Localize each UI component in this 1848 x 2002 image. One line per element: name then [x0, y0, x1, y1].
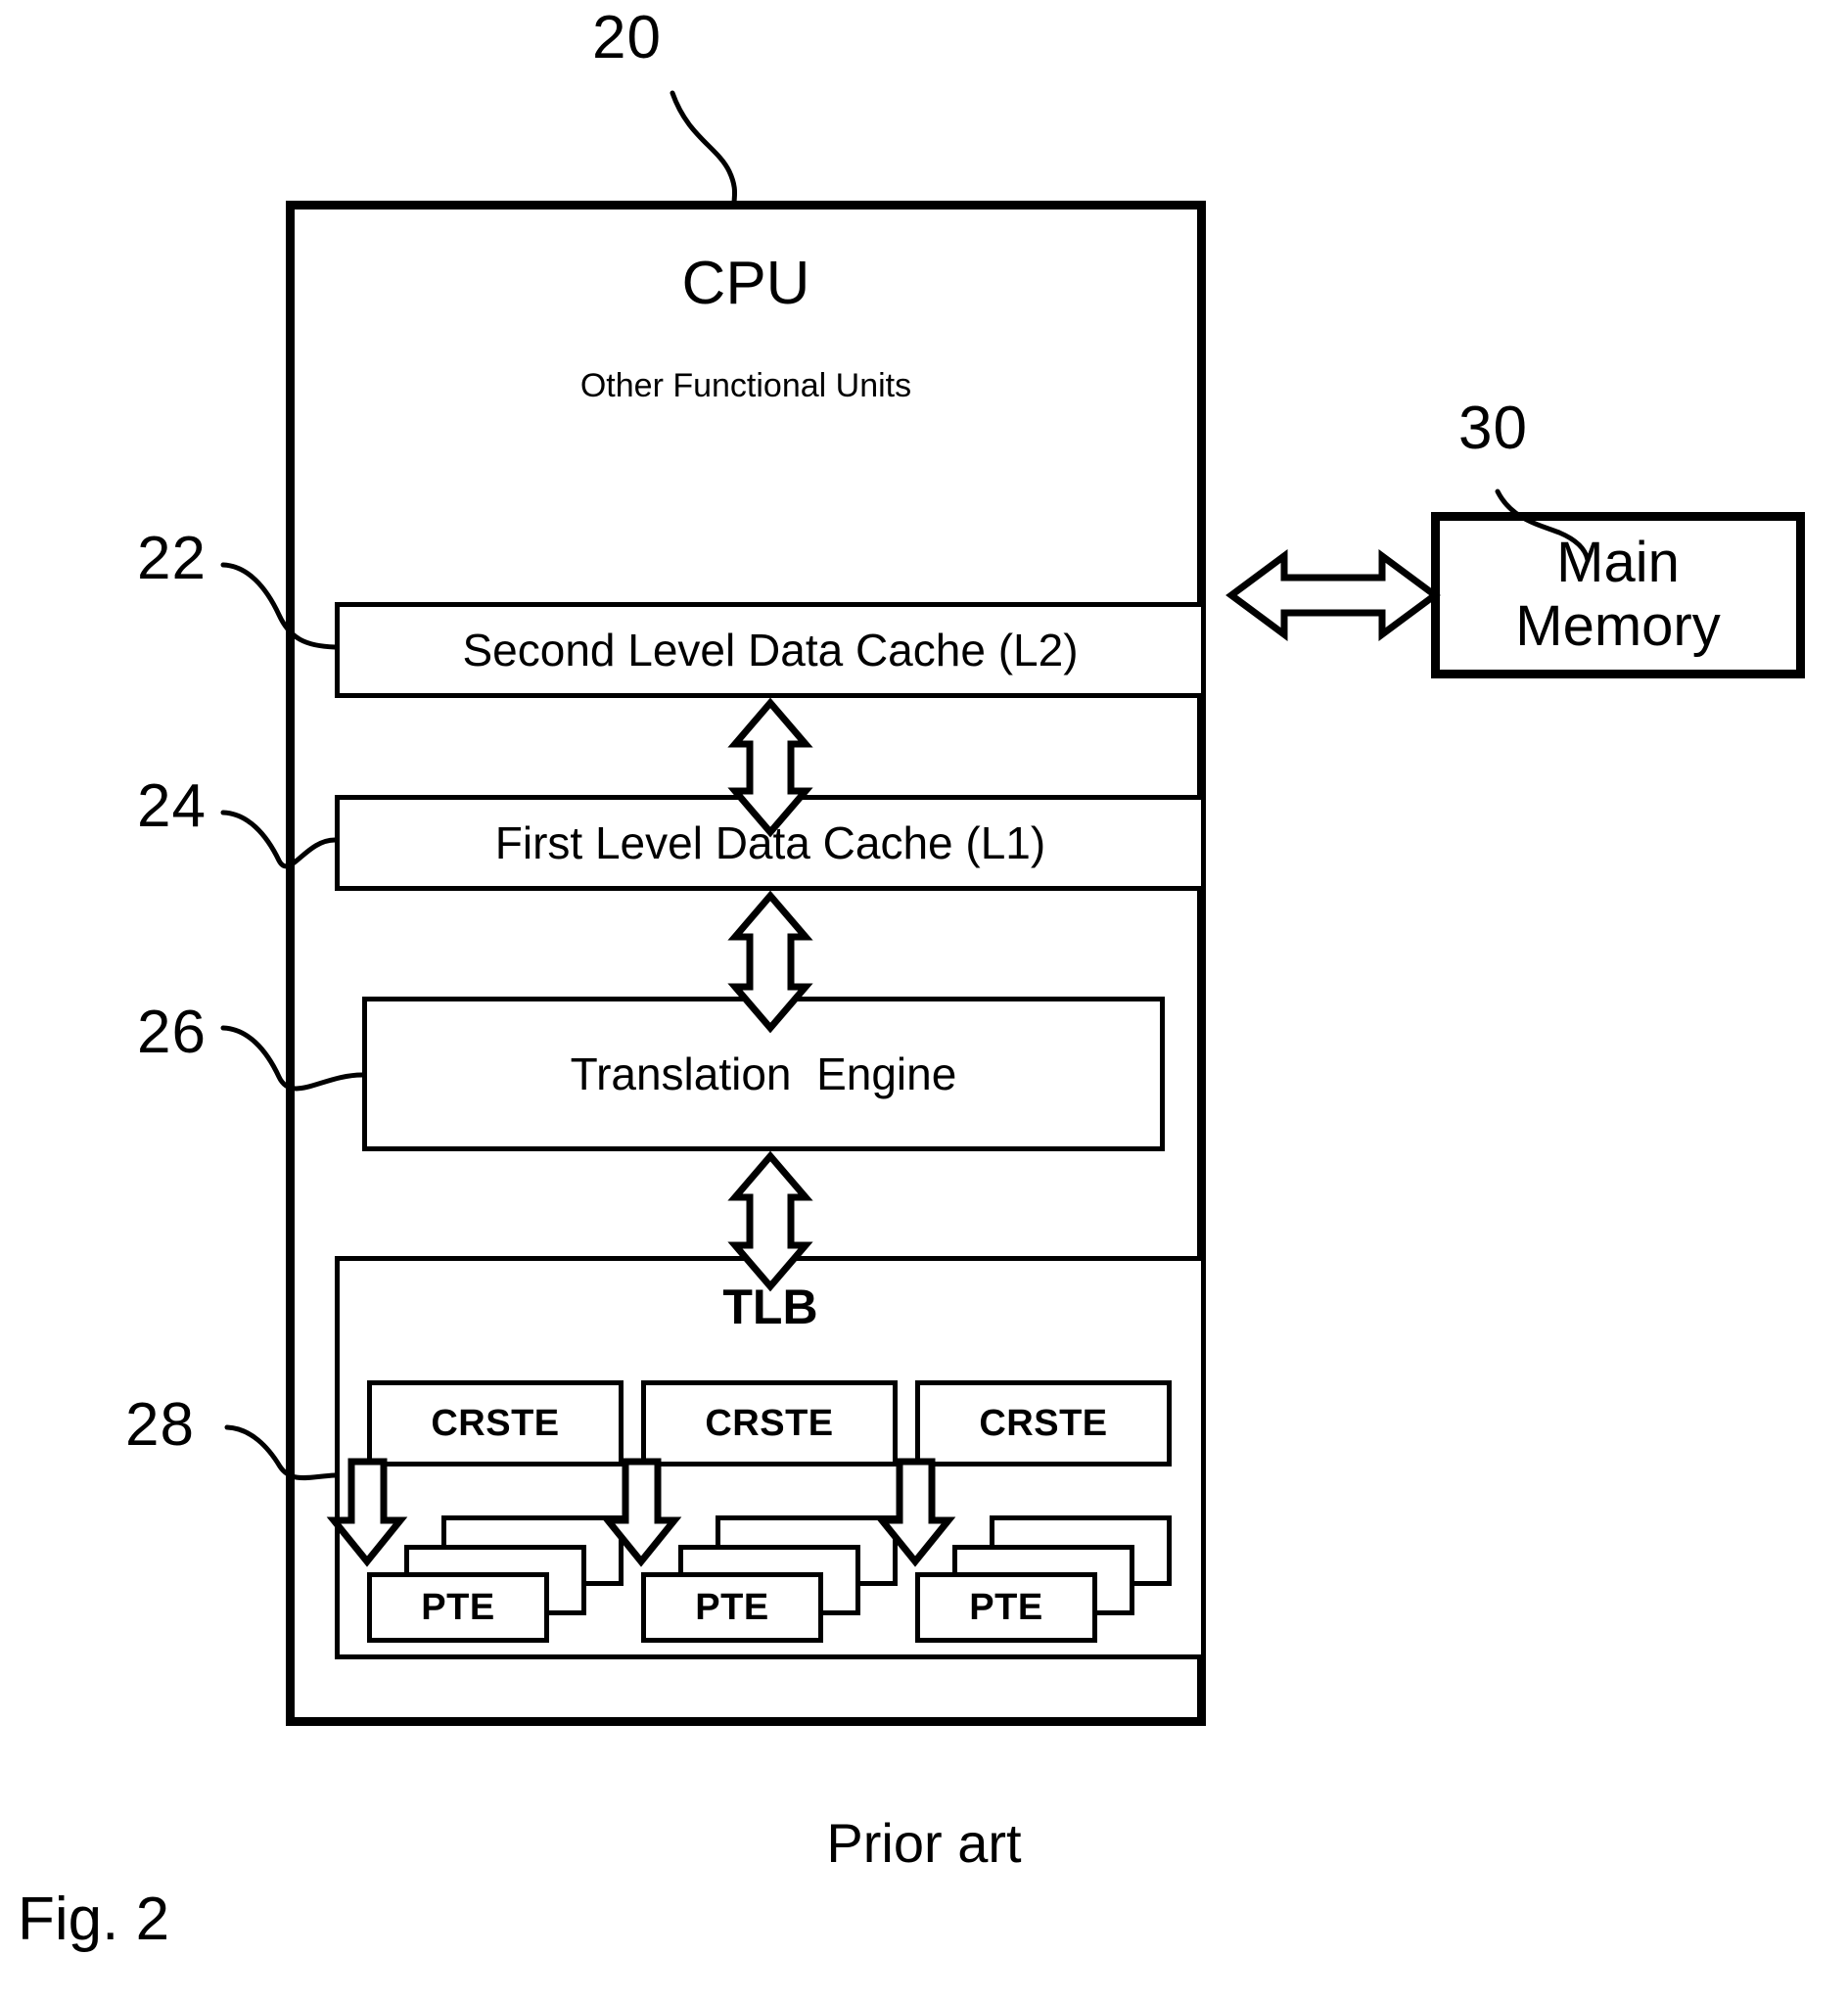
tlb-entry-column: CRSTE PTE [367, 1380, 624, 1643]
ref-numeral-26: 26 [137, 999, 207, 1066]
main-memory-box: Main Memory [1431, 512, 1805, 678]
pte-stack: PTE [641, 1515, 898, 1643]
second-level-data-cache-box: Second Level Data Cache (L2) [335, 602, 1206, 698]
pte-box: PTE [641, 1572, 823, 1643]
ref-numeral-24: 24 [137, 772, 207, 840]
pte-label: PTE [695, 1587, 769, 1628]
prior-art-caption: Prior art [826, 1812, 1022, 1874]
other-functional-units-label: Other Functional Units [579, 367, 912, 404]
figure-label: Fig. 2 [18, 1886, 170, 1953]
crste-label: CRSTE [705, 1403, 834, 1444]
l2-to-main-memory-arrow-icon [1225, 549, 1441, 641]
ref-numeral-30: 30 [1458, 395, 1528, 462]
second-level-data-cache-label: Second Level Data Cache (L2) [462, 625, 1079, 675]
ref-numeral-28: 28 [125, 1391, 195, 1459]
pte-stack: PTE [367, 1515, 624, 1643]
translation-engine-label: Translation Engine [570, 1048, 957, 1099]
crste-box: CRSTE [915, 1380, 1172, 1467]
tlb-box: TLB CRSTE PTE CRSTE PTE CRSTE PTE [335, 1256, 1206, 1659]
tlb-entry-column: CRSTE PTE [641, 1380, 898, 1643]
patent-figure: 20 22 24 26 28 30 CPU Other Functional U… [0, 0, 1848, 2002]
crste-box: CRSTE [641, 1380, 898, 1467]
ref-numeral-22: 22 [137, 525, 207, 592]
crste-label: CRSTE [431, 1403, 560, 1444]
main-memory-label-line2: Memory [1515, 594, 1721, 658]
crste-box: CRSTE [367, 1380, 624, 1467]
pte-box: PTE [367, 1572, 549, 1643]
ref-numeral-20: 20 [592, 4, 662, 71]
pte-stack: PTE [915, 1515, 1172, 1643]
leader-line-20 [670, 90, 738, 207]
pte-label: PTE [421, 1587, 495, 1628]
cpu-title: CPU [681, 250, 810, 317]
tlb-entry-column: CRSTE PTE [915, 1380, 1172, 1643]
pte-box: PTE [915, 1572, 1097, 1643]
crste-label: CRSTE [979, 1403, 1108, 1444]
pte-label: PTE [969, 1587, 1043, 1628]
